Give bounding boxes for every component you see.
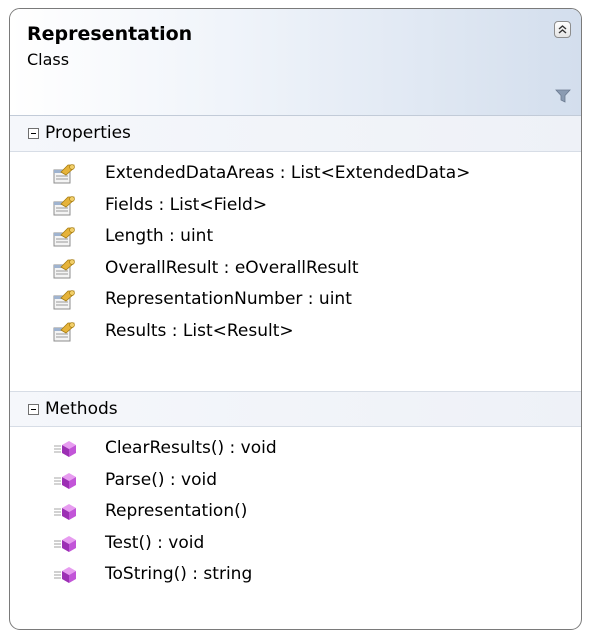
properties-section-header[interactable]: Properties <box>10 116 581 152</box>
method-label: Test() : void <box>105 532 205 553</box>
method-icon <box>53 438 77 460</box>
property-item[interactable]: Length : uint <box>53 223 553 252</box>
method-item[interactable]: Representation() <box>53 498 553 527</box>
class-header[interactable]: Representation Class <box>10 9 581 116</box>
method-label: Parse() : void <box>105 469 217 490</box>
property-icon <box>53 163 77 185</box>
property-icon <box>53 258 77 280</box>
property-item[interactable]: OverallResult : eOverallResult <box>53 255 553 284</box>
property-icon <box>53 289 77 311</box>
section-title-methods: Methods <box>45 399 118 419</box>
class-name: Representation <box>27 23 193 45</box>
methods-section-header[interactable]: Methods <box>10 391 581 427</box>
filter-icon[interactable] <box>555 89 571 103</box>
method-icon <box>53 564 77 586</box>
double-chevron-up-icon <box>558 25 567 34</box>
property-icon <box>53 321 77 343</box>
method-label: ToString() : string <box>105 564 253 584</box>
property-item[interactable]: ExtendedDataAreas : List<ExtendedData> <box>53 160 553 189</box>
property-icon <box>53 195 77 217</box>
class-kind: Class <box>27 50 70 69</box>
property-label: Fields : List<Field> <box>105 194 268 215</box>
method-icon <box>53 533 77 555</box>
property-item[interactable]: Fields : List<Field> <box>53 192 553 221</box>
minus-box-icon[interactable] <box>28 128 39 139</box>
class-shape[interactable]: Representation Class Properties Extended… <box>9 8 582 630</box>
method-item[interactable]: ToString() : string <box>53 561 553 590</box>
property-label: RepresentationNumber : uint <box>105 289 352 309</box>
method-item[interactable]: ClearResults() : void <box>53 435 553 464</box>
property-label: Length : uint <box>105 226 214 246</box>
method-label: Representation() <box>105 501 248 521</box>
method-label: ClearResults() : void <box>105 438 277 458</box>
property-icon <box>53 226 77 248</box>
property-label: Results : List<Result> <box>105 320 294 341</box>
method-icon <box>53 501 77 523</box>
collapse-button[interactable] <box>554 21 571 38</box>
minus-box-icon[interactable] <box>28 404 39 415</box>
section-title-properties: Properties <box>45 123 131 143</box>
method-item[interactable]: Parse() : void <box>53 467 553 496</box>
property-label: ExtendedDataAreas : List<ExtendedData> <box>105 163 471 183</box>
property-item[interactable]: Results : List<Result> <box>53 318 553 347</box>
method-icon <box>53 470 77 492</box>
method-item[interactable]: Test() : void <box>53 530 553 559</box>
property-label: OverallResult : eOverallResult <box>105 257 359 278</box>
property-item[interactable]: RepresentationNumber : uint <box>53 286 553 315</box>
